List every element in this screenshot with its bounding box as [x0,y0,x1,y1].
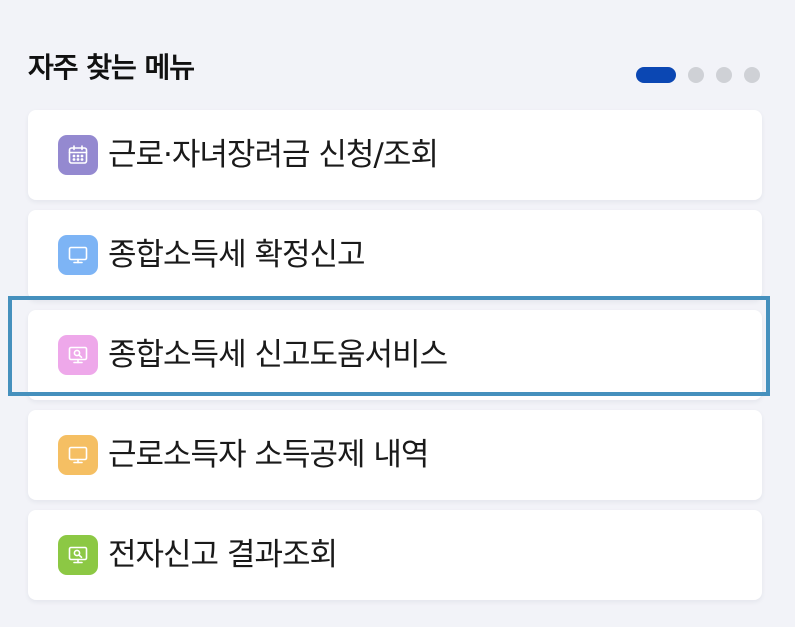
menu-item-label: 전자신고 결과조회 [108,537,338,573]
monitor-search-icon [58,535,98,575]
menu-item-label: 종합소득세 신고도움서비스 [108,337,448,373]
section-header: 자주 찾는 메뉴 [28,46,768,96]
calendar-icon [58,135,98,175]
favorite-menu-panel: 자주 찾는 메뉴 근로·자녀장려금 신청/조회 종합소득세 확정신고 종합소득세… [0,0,795,627]
pager-dot-2[interactable] [688,67,704,83]
menu-item-earned-income-deduction[interactable]: 근로소득자 소득공제 내역 [28,410,762,500]
menu-item-e-filing-result[interactable]: 전자신고 결과조회 [28,510,762,600]
monitor-icon [58,435,98,475]
menu-item-label: 근로소득자 소득공제 내역 [108,437,429,473]
menu-item-earned-income-credit[interactable]: 근로·자녀장려금 신청/조회 [28,110,762,200]
menu-item-label: 종합소득세 확정신고 [108,237,366,273]
menu-item-label: 근로·자녀장려금 신청/조회 [108,137,439,173]
pager-dot-1[interactable] [636,67,676,83]
menu-item-income-tax-help-service[interactable]: 종합소득세 신고도움서비스 [28,310,762,400]
monitor-icon [58,235,98,275]
pager-dot-4[interactable] [744,67,760,83]
section-title: 자주 찾는 메뉴 [28,51,195,84]
monitor-search-icon [58,335,98,375]
pager-dot-3[interactable] [716,67,732,83]
menu-item-income-tax-filing[interactable]: 종합소득세 확정신고 [28,210,762,300]
carousel-pager [636,67,760,83]
